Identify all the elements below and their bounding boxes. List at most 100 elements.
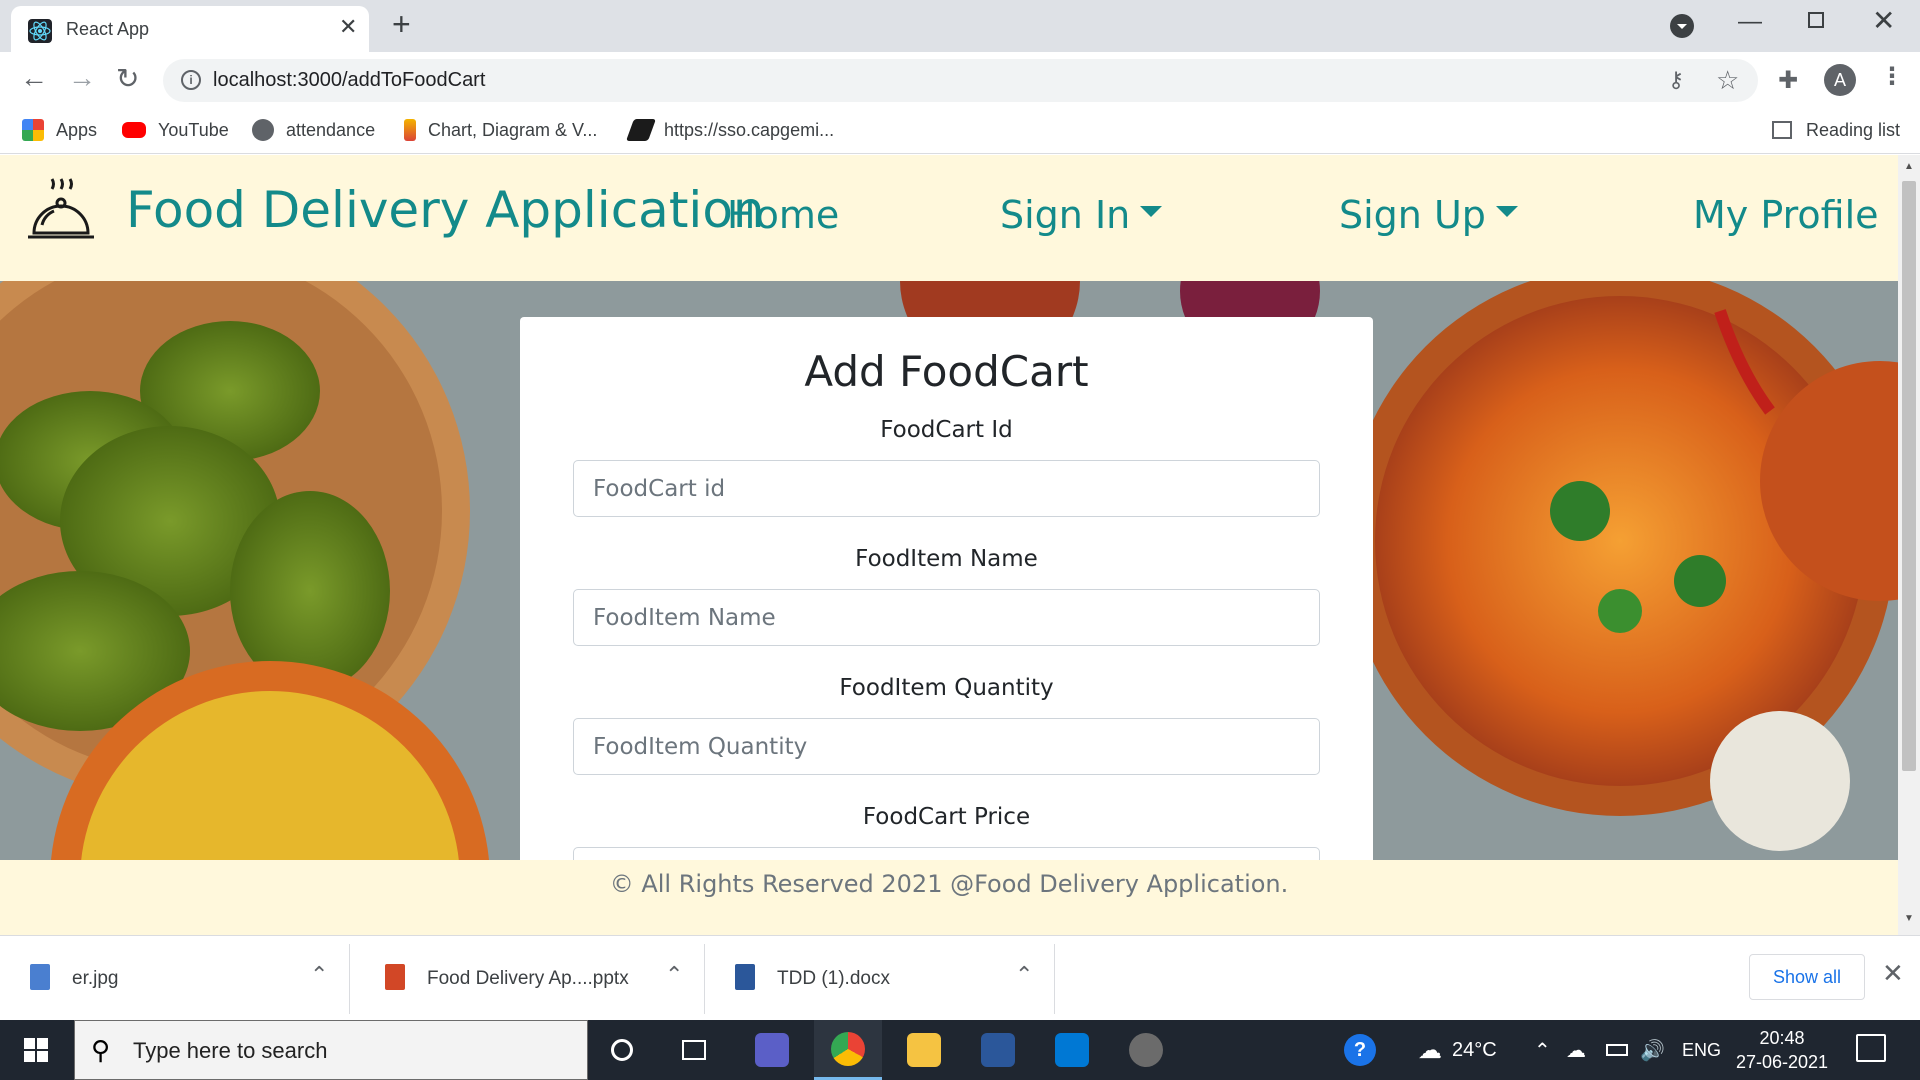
add-foodcart-form: Add FoodCart FoodCart Id FoodItem Name F… <box>520 317 1373 904</box>
page-viewport: Food Delivery Application Home Sign In S… <box>0 155 1898 935</box>
bookmark-capgemini-sso[interactable]: https://sso.capgemi... <box>625 116 835 144</box>
tab-search-icon[interactable] <box>1670 14 1694 38</box>
battery-icon[interactable] <box>1606 1020 1628 1080</box>
bookmark-chart-diagram[interactable]: Chart, Diagram & V... <box>404 116 597 144</box>
vscode-app-icon[interactable] <box>1038 1020 1106 1080</box>
file-explorer-icon[interactable] <box>890 1020 958 1080</box>
site-info-icon[interactable]: i <box>181 70 201 90</box>
bookmark-label: attendance <box>286 119 376 140</box>
profile-avatar[interactable]: A <box>1824 64 1856 96</box>
fooditem-name-input[interactable] <box>573 589 1320 646</box>
tab-title: React App <box>66 19 150 39</box>
show-all-downloads-button[interactable]: Show all <box>1749 954 1865 1000</box>
reading-list-button[interactable]: Reading list <box>1772 116 1900 144</box>
settings-gear-icon[interactable] <box>1112 1020 1180 1080</box>
download-item[interactable]: er.jpg ⌃ <box>0 944 350 1014</box>
chrome-glyph <box>831 1031 865 1066</box>
bookmark-label: https://sso.capgemi... <box>664 119 835 140</box>
food-cloche-logo-icon[interactable] <box>24 175 98 249</box>
restore-window-icon[interactable] <box>1808 12 1824 28</box>
key-icon[interactable]: ⚷ <box>1668 67 1684 93</box>
weather-temperature: 24°C <box>1452 1038 1497 1061</box>
help-glyph: ? <box>1344 1034 1376 1066</box>
nav-sign-up-dropdown[interactable]: Sign Up <box>1339 193 1518 237</box>
chevron-up-icon[interactable]: ⌃ <box>310 962 328 988</box>
nav-home-link[interactable]: Home <box>727 193 839 237</box>
vscode-glyph <box>1055 1033 1089 1067</box>
word-file-icon <box>735 964 755 990</box>
cortana-circle <box>611 1039 633 1061</box>
bookmark-label: YouTube <box>158 119 229 140</box>
app-navbar: Food Delivery Application Home Sign In S… <box>0 155 1898 281</box>
reload-icon[interactable]: ↻ <box>116 62 139 95</box>
caret-down-icon <box>1140 206 1163 217</box>
browser-menu-icon[interactable]: ⋮ <box>1880 62 1904 91</box>
help-icon[interactable]: ? <box>1344 1020 1376 1080</box>
bookmark-attendance[interactable]: attendance <box>252 116 375 144</box>
word-app-icon[interactable] <box>964 1020 1032 1080</box>
onedrive-cloud-icon[interactable]: ☁ <box>1566 1020 1586 1080</box>
cloud-weather-icon: ☁ <box>1418 1036 1442 1064</box>
apps-grid-icon <box>22 119 44 141</box>
download-item[interactable]: TDD (1).docx ⌃ <box>705 944 1055 1014</box>
sign-in-label: Sign In <box>1000 193 1131 237</box>
chevron-up-icon[interactable]: ⌃ <box>1015 962 1033 988</box>
tab-close-icon[interactable]: ✕ <box>339 14 357 40</box>
address-bar[interactable]: i localhost:3000/addToFoodCart ⚷ ☆ <box>163 59 1758 102</box>
cortana-icon[interactable] <box>588 1020 656 1080</box>
notification-center-icon[interactable] <box>1856 1034 1886 1062</box>
download-shelf: er.jpg ⌃ Food Delivery Ap....pptx ⌃ TDD … <box>0 935 1920 1020</box>
weather-widget[interactable]: ☁ 24°C <box>1418 1020 1497 1080</box>
windows-taskbar: ⚲ Type here to search ? ☁ 24°C ⌃ ☁ 🔊 ENG… <box>0 1020 1920 1080</box>
form-title: Add FoodCart <box>804 347 1089 396</box>
powerpoint-file-icon <box>385 964 405 990</box>
sign-up-label: Sign Up <box>1339 193 1486 237</box>
chrome-app-icon[interactable] <box>814 1020 882 1080</box>
url-text[interactable]: localhost:3000/addToFoodCart <box>213 69 485 92</box>
extensions-puzzle-icon[interactable]: ✚ <box>1778 66 1798 95</box>
bookmark-apps[interactable]: Apps <box>22 116 97 144</box>
minimize-icon[interactable]: — <box>1738 8 1762 36</box>
windows-start-icon[interactable] <box>24 1038 48 1062</box>
chevron-up-icon[interactable]: ⌃ <box>665 962 683 988</box>
bookmark-youtube[interactable]: YouTube <box>122 116 229 144</box>
reading-list-label: Reading list <box>1806 119 1901 140</box>
bookmark-label: Chart, Diagram & V... <box>428 119 598 140</box>
input-language-indicator[interactable]: ENG <box>1682 1020 1721 1080</box>
fooditem-quantity-input[interactable] <box>573 718 1320 775</box>
download-filename: er.jpg <box>72 968 119 989</box>
new-tab-button[interactable]: + <box>392 6 411 43</box>
browser-tab[interactable]: React App ✕ <box>11 6 369 52</box>
show-hidden-icons-icon[interactable]: ⌃ <box>1534 1020 1551 1080</box>
download-item[interactable]: Food Delivery Ap....pptx ⌃ <box>355 944 705 1014</box>
download-filename: Food Delivery Ap....pptx <box>427 968 629 989</box>
scroll-down-arrow-icon[interactable]: ▼ <box>1904 913 1914 924</box>
close-download-shelf-icon[interactable]: ✕ <box>1882 958 1904 989</box>
nav-sign-in-dropdown[interactable]: Sign In <box>1000 193 1163 237</box>
scrollbar-thumb[interactable] <box>1902 181 1916 771</box>
react-favicon-icon <box>28 19 52 43</box>
nav-my-profile-link[interactable]: My Profile <box>1693 193 1879 237</box>
tab-strip: React App ✕ + — ✕ <box>0 0 1920 52</box>
teams-app-icon[interactable] <box>738 1020 806 1080</box>
teams-glyph <box>755 1033 789 1067</box>
back-arrow-icon[interactable]: ← <box>20 62 48 94</box>
task-view-icon[interactable] <box>660 1020 728 1080</box>
scroll-up-arrow-icon[interactable]: ▲ <box>1904 161 1914 172</box>
fooditem-quantity-label: FoodItem Quantity <box>839 675 1054 701</box>
volume-icon[interactable]: 🔊 <box>1640 1020 1665 1080</box>
close-window-icon[interactable]: ✕ <box>1872 4 1895 37</box>
taskbar-clock[interactable]: 20:48 27-06-2021 <box>1726 1026 1838 1074</box>
clock-time: 20:48 <box>1759 1028 1805 1048</box>
image-file-icon <box>30 964 50 990</box>
forward-arrow-icon[interactable]: → <box>68 62 96 94</box>
app-footer: © All Rights Reserved 2021 @Food Deliver… <box>0 860 1898 935</box>
reading-list-icon <box>1772 121 1792 139</box>
chart-diagram-icon <box>404 119 416 141</box>
foodcart-id-input[interactable] <box>573 460 1320 517</box>
page-scrollbar[interactable]: ▲ ▼ <box>1898 155 1920 935</box>
taskbar-search-box[interactable]: ⚲ Type here to search <box>74 1020 588 1080</box>
brand-title[interactable]: Food Delivery Application <box>126 181 765 239</box>
folder-glyph <box>907 1033 941 1067</box>
bookmark-star-icon[interactable]: ☆ <box>1716 65 1739 96</box>
